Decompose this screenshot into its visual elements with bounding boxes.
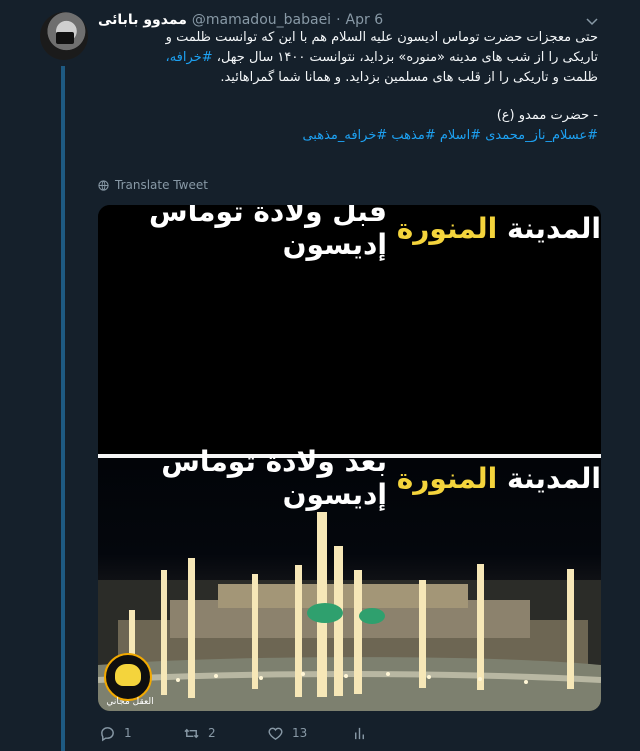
tweet-date[interactable]: Apr 6 xyxy=(346,12,384,28)
translate-label[interactable]: Translate Tweet xyxy=(115,178,208,192)
tweet-media-image[interactable]: المدينة المنورة قبل ولادة توماس إديسون ا… xyxy=(98,205,601,711)
inline-hashtag[interactable]: #خرافه، xyxy=(166,50,213,65)
retweet-count: 2 xyxy=(208,726,216,740)
tweet-line-1: حتی معجزات حضرت توماس ادیسون علیه السلام… xyxy=(165,30,598,45)
thread-connector-line xyxy=(61,66,65,751)
author-name[interactable]: ممدوو بابائی xyxy=(98,12,187,28)
like-count: 13 xyxy=(292,726,308,740)
tweet-line-3: ظلمت و تاریکی را از قلب های مسلمین بزدای… xyxy=(220,70,598,85)
hashtag-link[interactable]: #خرافه_مذهبی xyxy=(302,128,387,143)
logo-text: العقل مجاني xyxy=(106,697,154,707)
caption-after: المدينة المنورة بعد ولادة توماس إديسون xyxy=(98,445,601,511)
caption-before-rest: قبل ولادة توماس إديسون xyxy=(149,205,387,261)
heart-icon xyxy=(268,727,283,740)
hashtag-link[interactable]: #اسلام xyxy=(440,128,481,143)
retweet-icon xyxy=(184,728,199,738)
analytics-button[interactable] xyxy=(351,725,371,742)
reply-button[interactable]: 1 xyxy=(99,725,183,742)
like-button[interactable]: 13 xyxy=(267,725,351,742)
tweet-signature: - حضرت ممدو (ع) xyxy=(496,108,598,123)
hashtag-list: #عسلام_ناز_محمدی #اسلام #مذهب #خرافه_مذه… xyxy=(98,126,598,146)
reply-icon xyxy=(101,726,114,741)
hashtag-link[interactable]: #مذهب xyxy=(391,128,435,143)
author-handle[interactable]: @mamadou_babaei xyxy=(192,12,331,28)
chevron-down-icon[interactable] xyxy=(584,13,600,29)
header-separator: · xyxy=(336,12,341,28)
caption-word-munawwara: المنورة xyxy=(396,211,498,245)
tweet-text: حتی معجزات حضرت توماس ادیسون علیه السلام… xyxy=(98,28,598,146)
reply-count: 1 xyxy=(124,726,132,740)
tweet-header: ممدوو بابائی @mamadou_babaei · Apr 6 xyxy=(98,10,598,30)
hashtag-link[interactable]: #عسلام_ناز_محمدی xyxy=(485,128,598,143)
analytics-icon xyxy=(355,727,364,739)
tweet-line-2: تاریکی را از شب های مدینه «منوره» بزداید… xyxy=(98,48,598,68)
caption-word-madina: المدينة xyxy=(507,461,601,495)
caption-before: المدينة المنورة قبل ولادة توماس إديسون xyxy=(98,205,601,261)
translate-tweet-link[interactable]: Translate Tweet xyxy=(98,177,208,193)
caption-word-madina: المدينة xyxy=(507,211,601,245)
avatar[interactable] xyxy=(40,12,88,60)
retweet-button[interactable]: 2 xyxy=(183,725,267,742)
tweet-line-2-text: تاریکی را از شب های مدینه «منوره» بزداید… xyxy=(212,50,598,65)
brain-logo xyxy=(104,653,152,701)
globe-icon xyxy=(98,179,109,191)
caption-after-rest: بعد ولادة توماس إديسون xyxy=(161,445,387,511)
caption-word-munawwara: المنورة xyxy=(396,461,498,495)
tweet-actions: 1 2 13 xyxy=(99,723,379,743)
brain-icon xyxy=(115,664,141,686)
